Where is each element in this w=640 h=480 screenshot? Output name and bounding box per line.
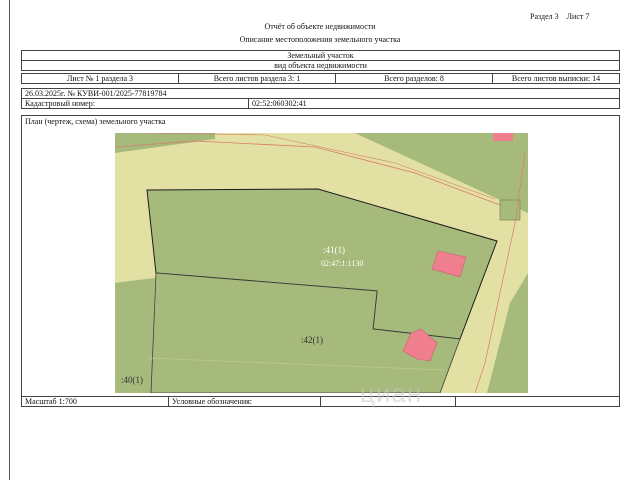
object-type-caption: вид объекта недвижимости: [21, 60, 620, 71]
plan-title: План (чертеж, схема) земельного участка: [25, 117, 166, 126]
sheet-number: Лист № 1 раздела 3: [21, 73, 179, 84]
report-subtitle: Описание местоположения земельного участ…: [239, 35, 401, 44]
building-top: [493, 133, 513, 141]
label-parcel-41-sub: 02:47:1:1130: [321, 259, 363, 268]
watermark-logo: циан: [360, 378, 423, 408]
section-sheet-label: Раздел 3 Лист 7: [530, 12, 590, 21]
object-name: Земельный участок: [21, 50, 620, 61]
legend-label: Условные обозначения:: [168, 396, 321, 407]
sheets-table: Лист № 1 раздела 3 Всего листов раздела …: [21, 73, 620, 84]
record-table: 26.03.2025г. № КУВИ-001/2025-77819784 Ка…: [21, 88, 620, 109]
record-date-number: 26.03.2025г. № КУВИ-001/2025-77819784: [21, 88, 620, 99]
total-sections: Всего разделов: 8: [335, 73, 493, 84]
parcel-map: :41(1) 02:47:1:1130 :42(1) :40(1): [115, 133, 528, 393]
footer-table: Масштаб 1:700 Условные обозначения:: [21, 396, 620, 407]
sheets-in-section: Всего листов раздела 3: 1: [178, 73, 336, 84]
label-parcel-41: :41(1): [323, 245, 345, 255]
page-edge: [9, 0, 10, 480]
legend-cell-2: [455, 396, 620, 407]
label-parcel-42: :42(1): [301, 335, 323, 345]
object-table: Земельный участок вид объекта недвижимос…: [21, 50, 620, 71]
cadastral-value: 02:52:060302:41: [248, 98, 620, 109]
cadastral-label: Кадастровый номер:: [21, 98, 249, 109]
report-title: Отчёт об объекте недвижимости: [264, 22, 376, 31]
total-sheets: Всего листов выписки: 14: [492, 73, 620, 84]
label-parcel-40: :40(1): [121, 375, 143, 385]
scale-label: Масштаб 1:700: [21, 396, 169, 407]
